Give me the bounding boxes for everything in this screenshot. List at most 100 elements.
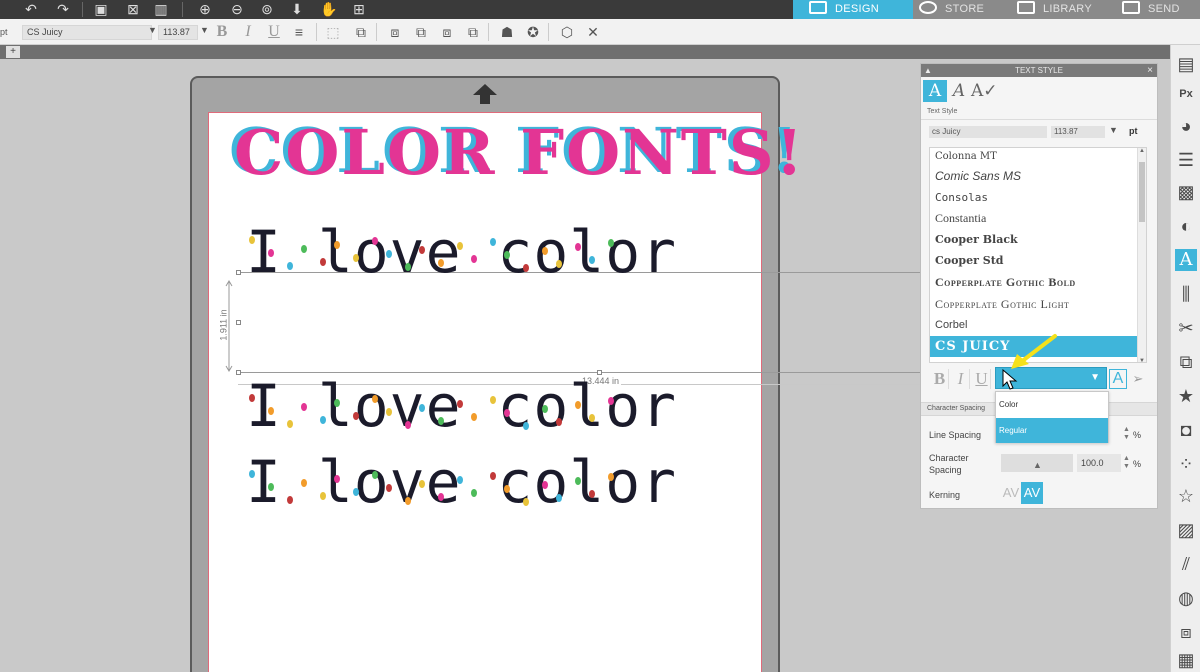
italic-button[interactable]: I <box>238 22 258 42</box>
light-bulb <box>542 481 548 489</box>
close-x-icon[interactable]: ✕ <box>584 23 602 41</box>
trace-icon[interactable]: ▨ <box>1175 519 1197 541</box>
layers-icon[interactable]: ⧈ <box>1175 621 1197 643</box>
ungroup-icon[interactable]: ⧉ <box>352 23 370 41</box>
font-item-colonna[interactable]: Colonna MT <box>930 148 1138 166</box>
send-back-icon[interactable]: ⧉ <box>464 23 482 41</box>
group-icon[interactable]: ⬚ <box>324 23 342 41</box>
line-spacing-spinner-icon[interactable]: ▲ ▼ <box>1123 426 1130 442</box>
text-style-icon[interactable]: A <box>1175 249 1197 271</box>
dots-pattern-icon[interactable]: ⁘ <box>1175 453 1197 475</box>
scroll-down-icon[interactable]: ▼ <box>1139 358 1145 362</box>
panel-underline-button[interactable]: U <box>973 369 991 389</box>
align-icon[interactable]: ⫼ <box>1175 283 1197 305</box>
bring-front-icon[interactable]: ⧈ <box>386 23 404 41</box>
zoom-in-icon[interactable]: ⊕ <box>194 1 216 18</box>
font-size-input[interactable]: 113.87 <box>1051 126 1105 138</box>
grid-icon[interactable]: ▦ <box>1175 649 1197 671</box>
font-item-copperplate-light[interactable]: Copperplate Gothic Light <box>930 294 1138 315</box>
weld-icon[interactable]: ☗ <box>498 23 516 41</box>
character-spacing-spinner-icon[interactable]: ▲ ▼ <box>1123 455 1130 471</box>
light-bulb <box>523 264 529 272</box>
scrollbar-thumb[interactable] <box>1139 162 1145 222</box>
align-left-icon[interactable]: ≡ <box>290 23 308 41</box>
redo-icon[interactable]: ↷ <box>52 1 74 18</box>
dropdown-option-color[interactable]: Color <box>996 392 1108 417</box>
tab-store[interactable]: STORE <box>913 0 1011 19</box>
light-bulb <box>386 408 392 416</box>
star-shape-icon[interactable]: ✪ <box>524 23 542 41</box>
panel-italic-button[interactable]: I <box>952 369 970 389</box>
font-item-constantia[interactable]: Constantia <box>930 208 1138 229</box>
size-dropdown-icon[interactable]: ▼ <box>200 25 209 35</box>
font-list-scrollbar[interactable]: ▲ ▼ <box>1137 148 1146 362</box>
pixscan-icon[interactable]: Px <box>1175 83 1197 105</box>
tab-library[interactable]: LIBRARY <box>1011 0 1110 19</box>
panel-bold-button[interactable]: B <box>931 369 949 389</box>
send-backward-icon[interactable]: ⧈ <box>438 23 456 41</box>
dropdown-option-regular[interactable]: Regular <box>996 418 1108 443</box>
zoom-out-icon[interactable]: ⊖ <box>226 1 248 18</box>
collapse-icon[interactable]: ▲ <box>924 64 932 77</box>
text-effects-tab-icon[interactable]: A <box>947 80 971 102</box>
sketch-icon[interactable]: ⫽ <box>1175 553 1197 575</box>
kerning-on-button[interactable]: AV <box>1021 482 1043 504</box>
light-bulb <box>471 255 477 263</box>
font-size-field[interactable]: 113.87 <box>158 25 198 40</box>
zoom-fit-icon[interactable]: ⊚ <box>256 1 278 18</box>
3d-box-icon[interactable]: ⬡ <box>558 23 576 41</box>
fill-palette-icon[interactable]: ◕ <box>1175 115 1197 137</box>
transform-icon[interactable]: ✂ <box>1175 317 1197 339</box>
bring-forward-icon[interactable]: ⧉ <box>412 23 430 41</box>
add-tab-button[interactable]: + <box>6 46 20 58</box>
globe-library-icon[interactable]: ◍ <box>1175 587 1197 609</box>
add-page-icon[interactable]: ⊞ <box>348 1 370 18</box>
slider-thumb-icon[interactable]: ▲ <box>1033 460 1042 470</box>
text-align-icon[interactable]: A <box>1109 369 1127 389</box>
character-spacing-input[interactable]: 100.0 <box>1077 454 1121 472</box>
font-item-consolas[interactable]: Consolas <box>930 187 1138 208</box>
shape-star-icon[interactable]: ★ <box>1175 385 1197 407</box>
contrast-icon[interactable]: ◐ <box>1175 215 1197 237</box>
font-item-comic-sans[interactable]: Comic Sans MS <box>930 166 1138 187</box>
star-outline-icon[interactable]: ☆ <box>1175 485 1197 507</box>
pan-hand-icon[interactable]: ✋ <box>318 1 340 18</box>
font-style-dropdown[interactable]: Color Regular <box>995 391 1109 443</box>
light-bulb <box>386 250 392 258</box>
deselect-icon[interactable]: ⊠ <box>122 1 144 18</box>
character-spacing-slider[interactable]: ▲ <box>1001 454 1073 472</box>
text-direction-icon[interactable]: ➢ <box>1129 369 1147 389</box>
scroll-up-icon[interactable]: ▲ <box>1139 148 1145 154</box>
spellcheck-tab-icon[interactable]: A✓ <box>971 80 998 102</box>
move-down-icon[interactable]: ⬇ <box>286 1 308 18</box>
tab-design[interactable]: DESIGN <box>793 0 913 19</box>
tab-send[interactable]: SEND <box>1110 0 1200 19</box>
line-style-icon[interactable]: ☰ <box>1175 149 1197 171</box>
canvas-title-text[interactable]: COLOR FONTS! <box>234 116 805 196</box>
kerning-off-button[interactable]: AV <box>1001 482 1021 504</box>
light-bulb <box>556 418 562 426</box>
font-list[interactable]: Colonna MT Comic Sans MS Consolas Consta… <box>929 147 1147 363</box>
image-effects-icon[interactable]: ▩ <box>1175 181 1197 203</box>
font-item-cooper-std[interactable]: Cooper Std <box>930 250 1138 271</box>
text-style-tab-icon[interactable]: A <box>923 80 947 102</box>
panel-close-button[interactable]: × <box>1147 64 1153 77</box>
bold-button[interactable]: B <box>212 22 232 42</box>
underline-button[interactable]: U <box>264 22 284 42</box>
tab-library-label: LIBRARY <box>1043 3 1092 15</box>
undo-icon[interactable]: ↶ <box>20 1 42 18</box>
replicate-icon[interactable]: ⧉ <box>1175 351 1197 373</box>
font-dropdown-icon[interactable]: ▼ <box>148 25 157 35</box>
select-all-icon[interactable]: ▣ <box>90 1 112 18</box>
modify-icon[interactable]: ◘ <box>1175 419 1197 441</box>
page-setup-icon[interactable]: ▤ <box>1175 53 1197 75</box>
font-search-input[interactable]: cs Juicy <box>929 126 1047 138</box>
font-item-cooper-black[interactable]: Cooper Black <box>930 229 1138 250</box>
font-name-field[interactable]: CS Juicy <box>22 25 152 40</box>
tab-store-label: STORE <box>945 3 985 15</box>
panel-header[interactable]: ▲ TEXT STYLE × <box>921 64 1157 77</box>
size-dropdown-icon[interactable]: ▼ <box>1109 125 1118 135</box>
light-bulb <box>589 414 595 422</box>
font-item-copperplate-bold[interactable]: Copperplate Gothic Bold <box>930 272 1138 293</box>
delete-icon[interactable]: ▥ <box>150 1 172 18</box>
